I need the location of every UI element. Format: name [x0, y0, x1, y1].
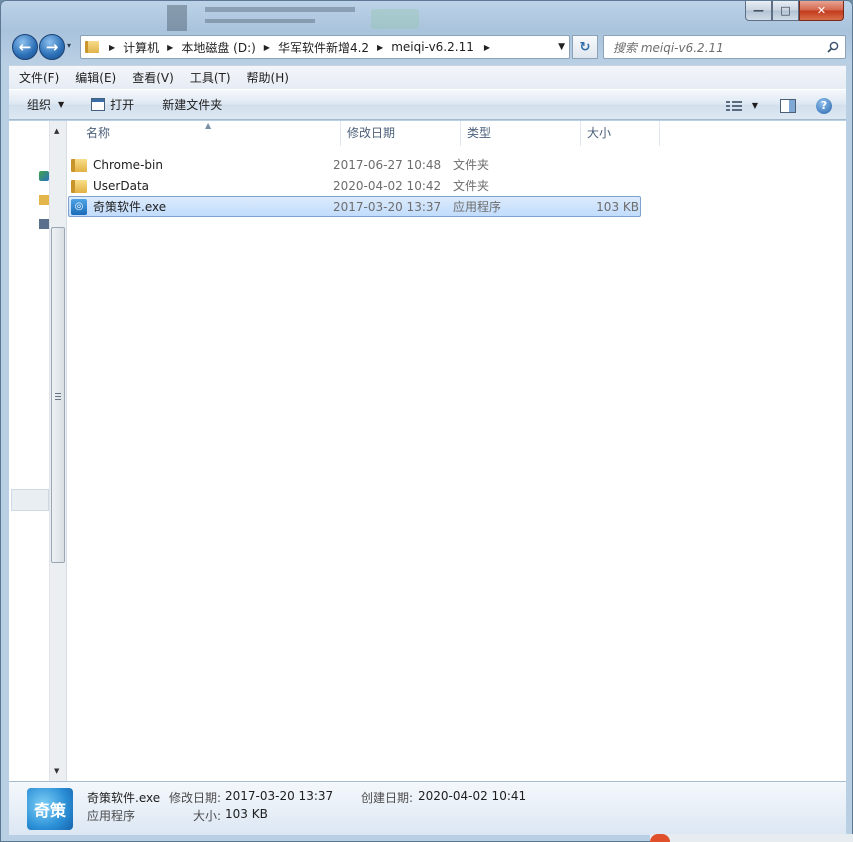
minimize-button[interactable]: — [745, 1, 772, 21]
file-type: 文件夹 [453, 179, 490, 193]
content-area: ▲ ▼ 名称 ▲ 修改日期 类型 大小 Chrome-bin 2017-06-2… [9, 121, 846, 781]
details-modified-value: 2017-03-20 13:37 [225, 789, 334, 803]
column-header-size[interactable]: 大小 [581, 121, 660, 146]
file-list: 名称 ▲ 修改日期 类型 大小 Chrome-bin 2017-06-27 10… [68, 121, 846, 781]
table-row[interactable]: Chrome-bin 2017-06-27 10:48 文件夹 [68, 154, 641, 175]
back-button[interactable]: ← [12, 34, 38, 60]
folder-icon [85, 41, 99, 53]
file-rows: Chrome-bin 2017-06-27 10:48 文件夹 UserData… [68, 154, 641, 217]
new-folder-button[interactable]: 新建文件夹 [162, 89, 222, 120]
search-icon[interactable] [827, 41, 839, 53]
column-header-type[interactable]: 类型 [461, 121, 581, 146]
view-options-dropdown-icon[interactable]: ▼ [752, 101, 758, 110]
folder-icon [71, 180, 87, 193]
open-label: 打开 [110, 98, 135, 112]
folder-icon [71, 159, 87, 172]
file-type: 应用程序 [453, 200, 502, 214]
sort-ascending-icon: ▲ [205, 121, 212, 130]
breadcrumb: ▶ 计算机 ▶ 本地磁盘 (D:) ▶ 华军软件新增4.2 ▶ meiqi-v6… [105, 36, 498, 58]
breadcrumb-computer[interactable]: 计算机 [123, 39, 159, 56]
file-type: 文件夹 [453, 158, 490, 172]
navigation-pane[interactable]: ▲ ▼ [9, 121, 67, 781]
breadcrumb-arrow-icon[interactable]: ▶ [167, 43, 173, 52]
background-window-ghost [161, 1, 441, 31]
change-view-icon[interactable] [725, 99, 742, 112]
chevron-down-icon: ▼ [58, 100, 65, 109]
search-placeholder: 搜索 meiqi-v6.2.11 [613, 40, 724, 55]
new-folder-label: 新建文件夹 [162, 98, 223, 112]
details-file-type: 应用程序 [87, 809, 136, 823]
refresh-button[interactable]: ↻ [572, 35, 598, 59]
maximize-button[interactable]: □ [772, 1, 799, 21]
file-name: UserData [93, 178, 150, 193]
table-row-selected[interactable]: ◎ 奇策软件.exe 2017-03-20 13:37 应用程序 103 KB [68, 196, 641, 217]
column-name-label: 名称 [86, 126, 111, 140]
organize-button[interactable]: 组织 ▼ [27, 89, 64, 120]
scrollbar-grip-icon [55, 393, 61, 401]
menu-file[interactable]: 文件(F) [9, 66, 67, 90]
taskbar-peek [650, 834, 853, 842]
breadcrumb-current-folder[interactable]: meiqi-v6.2.11 [391, 40, 474, 54]
scrollbar-thumb[interactable] [51, 227, 65, 563]
menu-view[interactable]: 查看(V) [124, 66, 182, 90]
breadcrumb-huajun-folder[interactable]: 华军软件新增4.2 [278, 39, 369, 56]
file-date: 2017-03-20 13:37 [333, 199, 442, 214]
breadcrumb-arrow-icon[interactable]: ▶ [264, 43, 270, 52]
app-icon-logo: 奇策 [33, 801, 66, 820]
menu-help[interactable]: 帮助(H) [239, 66, 297, 90]
breadcrumb-arrow-icon[interactable]: ▶ [109, 43, 115, 52]
details-created-label: 创建日期: [361, 791, 414, 805]
application-icon: ◎ [71, 198, 87, 215]
navigation-pane-scrollbar[interactable]: ▲ ▼ [49, 121, 66, 781]
command-bar: 组织 ▼ 打开 新建文件夹 ▼ ? [9, 89, 846, 120]
file-date: 2017-06-27 10:48 [333, 157, 442, 172]
breadcrumb-local-disk[interactable]: 本地磁盘 (D:) [181, 39, 255, 56]
column-headers: 名称 ▲ 修改日期 类型 大小 [68, 121, 846, 146]
menu-bar: 文件(F) 编辑(E) 查看(V) 工具(T) 帮助(H) [9, 65, 846, 89]
column-header-name[interactable]: 名称 ▲ [68, 121, 341, 146]
search-input[interactable]: 搜索 meiqi-v6.2.11 [603, 35, 846, 59]
preview-pane-icon[interactable] [780, 98, 796, 113]
navigation-pane-selected-item[interactable] [11, 489, 49, 511]
breadcrumb-arrow-icon[interactable]: ▶ [484, 43, 490, 52]
menu-tools[interactable]: 工具(T) [182, 66, 239, 90]
organize-label: 组织 [27, 98, 52, 112]
details-modified-label: 修改日期: [169, 791, 222, 805]
open-button[interactable]: 打开 [91, 89, 134, 120]
computer-icon[interactable] [39, 219, 49, 229]
folder-icon[interactable] [39, 195, 49, 205]
close-button[interactable]: ✕ [799, 1, 844, 21]
network-icon[interactable] [39, 171, 49, 181]
details-size-label: 大小: [193, 809, 222, 823]
details-size-value: 103 KB [225, 807, 268, 821]
file-date: 2020-04-02 10:42 [333, 178, 442, 193]
address-dropdown-icon[interactable]: ▼ [558, 42, 565, 52]
command-bar-right: ▼ ? [725, 90, 846, 121]
file-name: 奇策软件.exe [93, 200, 167, 214]
recent-locations-dropdown[interactable]: ▾ [67, 41, 71, 50]
column-header-date[interactable]: 修改日期 [341, 121, 461, 146]
file-size: 103 KB [596, 199, 639, 214]
forward-button[interactable]: → [39, 34, 65, 60]
details-created-value: 2020-04-02 10:41 [418, 789, 527, 803]
navigation-bar: ← → ▾ ▶ 计算机 ▶ 本地磁盘 (D:) ▶ 华军软件新增4.2 ▶ me… [9, 33, 846, 61]
scroll-up-arrow-icon[interactable]: ▲ [54, 127, 59, 135]
scroll-down-arrow-icon[interactable]: ▼ [54, 767, 59, 775]
open-window-icon [91, 98, 106, 111]
help-icon[interactable]: ? [816, 97, 832, 114]
breadcrumb-arrow-icon[interactable]: ▶ [377, 43, 383, 52]
details-file-name: 奇策软件.exe [87, 791, 161, 805]
menu-edit[interactable]: 编辑(E) [67, 66, 124, 90]
tray-logo-icon [650, 834, 670, 842]
address-bar[interactable]: ▶ 计算机 ▶ 本地磁盘 (D:) ▶ 华军软件新增4.2 ▶ meiqi-v6… [80, 35, 570, 59]
explorer-window: — □ ✕ ← → ▾ ▶ 计算机 ▶ 本地磁盘 (D:) ▶ 华军软件新增4.… [0, 0, 853, 842]
caption-buttons: — □ ✕ [745, 1, 844, 21]
details-pane: 奇策 奇策软件.exe 应用程序 修改日期: 2017-03-20 13:37 … [9, 781, 846, 835]
table-row[interactable]: UserData 2020-04-02 10:42 文件夹 [68, 175, 641, 196]
application-large-icon: 奇策 [27, 788, 73, 830]
file-name: Chrome-bin [93, 157, 163, 172]
